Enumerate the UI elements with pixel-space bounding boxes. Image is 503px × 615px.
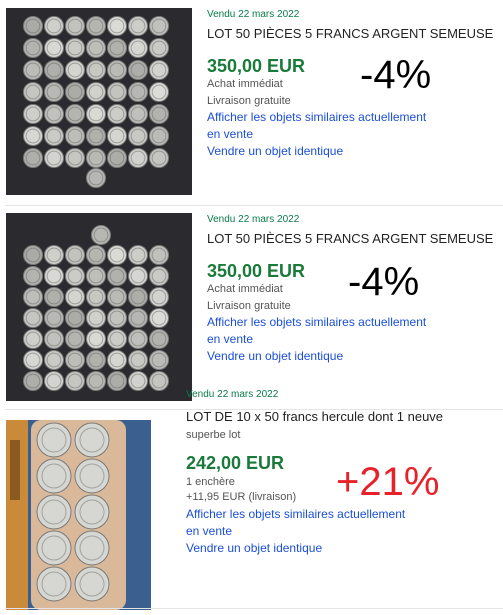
shipping-info: Livraison gratuite — [207, 95, 291, 107]
sell-identical-link[interactable]: Vendre un objet identique — [186, 540, 503, 557]
purchase-type: Achat immédiat — [207, 78, 283, 90]
listing-subtitle: superbe lot — [186, 429, 241, 441]
price-change-annotation: +21% — [336, 460, 440, 504]
listing-3: Vendu 22 mars 2022 LOT DE 10 x 50 francs… — [0, 389, 503, 613]
listing-title[interactable]: LOT 50 PIÈCES 5 FRANCS ARGENT SEMEUSE — [207, 26, 503, 42]
listing-thumbnail[interactable] — [6, 420, 151, 610]
sold-date: Vendu 22 mars 2022 — [207, 214, 300, 225]
listing-1: Vendu 22 mars 2022 LOT 50 PIÈCES 5 FRANC… — [0, 0, 503, 205]
price-change-annotation: -4% — [348, 260, 420, 304]
listing-thumbnail[interactable] — [6, 8, 192, 195]
listing-divider — [5, 608, 503, 609]
similar-items-link[interactable]: Afficher les objets similaires actuellem… — [186, 506, 503, 540]
similar-items-link-line1[interactable]: Afficher les objets similaires actuellem… — [207, 109, 503, 126]
sell-identical-link[interactable]: Vendre un objet identique — [207, 143, 503, 160]
listing-title[interactable]: LOT DE 10 x 50 francs hercule dont 1 neu… — [186, 409, 503, 425]
coin-lot-image — [6, 213, 192, 401]
listing-title[interactable]: LOT 50 PIÈCES 5 FRANCS ARGENT SEMEUSE — [207, 231, 503, 247]
similar-items-link-line1[interactable]: Afficher les objets similaires actuellem… — [186, 506, 503, 523]
similar-items-link-line2[interactable]: en vente — [186, 523, 503, 540]
listing-thumbnail[interactable] — [6, 213, 192, 401]
similar-items-link-line1[interactable]: Afficher les objets similaires actuellem… — [207, 314, 503, 331]
price-change-annotation: -4% — [360, 53, 432, 97]
sold-date: Vendu 22 mars 2022 — [186, 389, 279, 400]
similar-items-link[interactable]: Afficher les objets similaires actuellem… — [207, 314, 503, 348]
listing-price: 350,00 EUR — [207, 56, 306, 76]
sell-identical-link[interactable]: Vendre un objet identique — [207, 348, 503, 365]
similar-items-link-line2[interactable]: en vente — [207, 331, 503, 348]
listing-2: Vendu 22 mars 2022 LOT 50 PIÈCES 5 FRANC… — [0, 206, 503, 407]
similar-items-link-line2[interactable]: en vente — [207, 126, 503, 143]
similar-items-link[interactable]: Afficher les objets similaires actuellem… — [207, 109, 503, 143]
coin-lot-image — [6, 8, 192, 195]
sold-date: Vendu 22 mars 2022 — [207, 9, 300, 20]
coin-lot-image — [6, 420, 151, 610]
